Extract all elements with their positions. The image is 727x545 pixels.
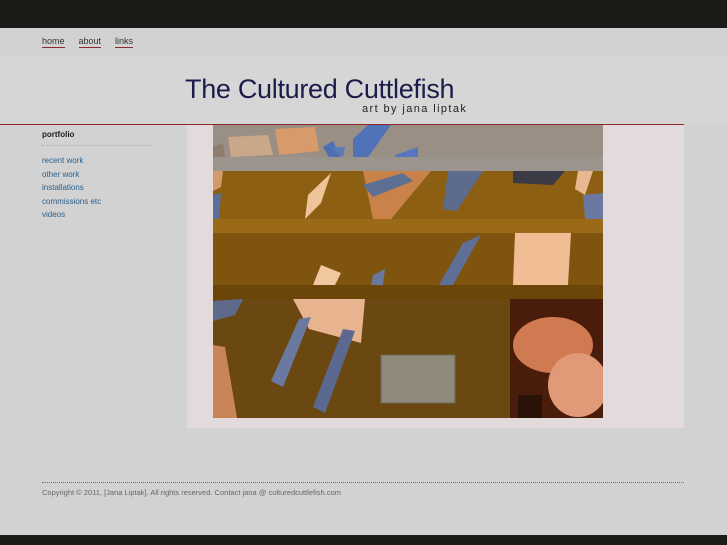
- sidebar-heading: portfolio: [42, 130, 152, 146]
- site-subtitle: art by jana liptak: [362, 103, 468, 115]
- sidebar-item-recent-work[interactable]: recent work: [42, 154, 152, 168]
- site-title[interactable]: The Cultured Cuttlefish: [185, 74, 455, 105]
- artwork-illustration: [213, 125, 603, 418]
- sidebar-item-videos[interactable]: videos: [42, 208, 152, 222]
- sidebar-item-installations[interactable]: installations: [42, 181, 152, 195]
- top-bar: [0, 0, 727, 28]
- nav-about-link[interactable]: about: [78, 36, 102, 48]
- sidebar-item-commissions[interactable]: commissions etc: [42, 195, 152, 209]
- footer-copyright: Copyright © 2011, [Jana Liptak]. All rig…: [42, 488, 341, 497]
- sidebar: portfolio recent work other work install…: [42, 130, 152, 222]
- nav-home-link[interactable]: home: [42, 36, 65, 48]
- sidebar-item-other-work[interactable]: other work: [42, 168, 152, 182]
- bottom-bar: [0, 535, 727, 545]
- footer-divider: [42, 482, 684, 483]
- top-nav: home about links: [42, 36, 134, 48]
- artwork-image[interactable]: [213, 125, 603, 418]
- nav-links-link[interactable]: links: [115, 36, 134, 48]
